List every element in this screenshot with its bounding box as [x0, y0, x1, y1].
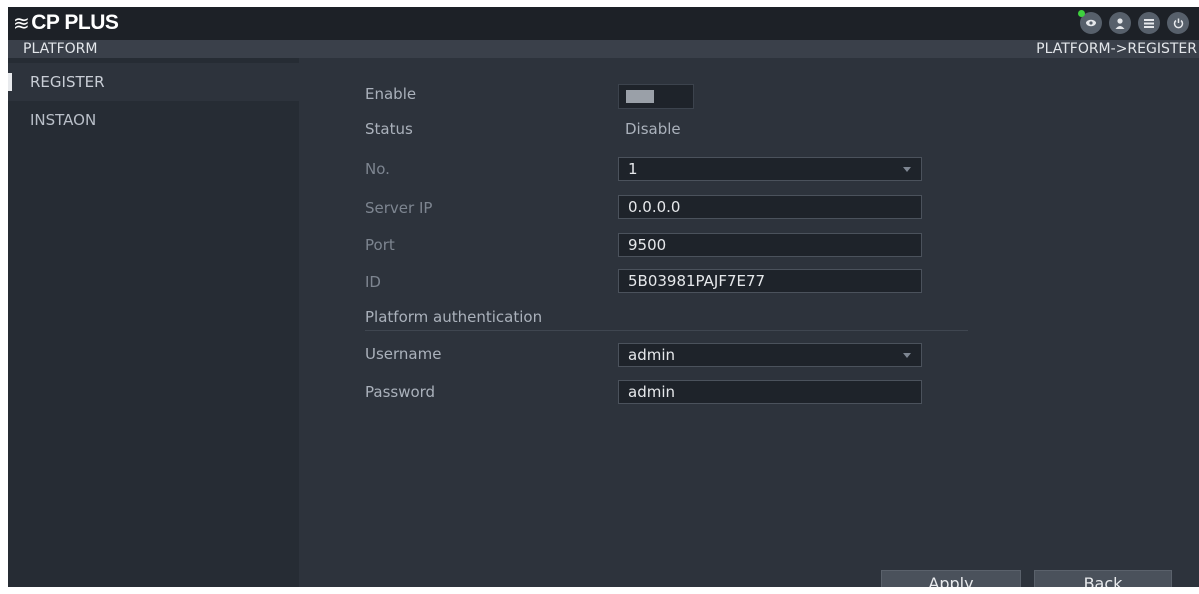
sidebar: REGISTER INSTAON	[8, 58, 299, 587]
status-label: Status	[365, 120, 413, 138]
menu-grid-icon[interactable]	[1138, 12, 1160, 34]
port-input[interactable]: 9500	[618, 233, 922, 257]
sidebar-item-label: INSTAON	[30, 111, 97, 129]
section-title: PLATFORM	[23, 41, 98, 57]
top-bar: ≋ CP PLUS	[8, 7, 1199, 40]
no-select-value: 1	[628, 160, 638, 178]
enable-toggle[interactable]	[618, 84, 694, 109]
platform-window: ≋ CP PLUS PLATFORM PLATFORM->REGISTER RE…	[8, 7, 1199, 587]
toggle-knob	[626, 90, 654, 103]
apply-button[interactable]: Apply	[881, 570, 1021, 587]
server-ip-label: Server IP	[365, 199, 433, 217]
sidebar-item-register[interactable]: REGISTER	[8, 63, 299, 101]
no-select[interactable]: 1	[618, 157, 922, 181]
back-button[interactable]: Back	[1034, 570, 1172, 587]
section-divider	[365, 330, 968, 331]
online-status-dot	[1078, 10, 1085, 17]
status-value: Disable	[625, 120, 681, 138]
port-label: Port	[365, 236, 395, 254]
enable-label: Enable	[365, 85, 417, 103]
breadcrumb-bar: PLATFORM PLATFORM->REGISTER	[8, 40, 1199, 58]
platform-authentication-heading: Platform authentication	[365, 308, 543, 326]
cp-plus-logo: ≋ CP PLUS	[13, 10, 119, 36]
id-input[interactable]: 5B03981PAJF7E77	[618, 269, 922, 293]
user-icon[interactable]	[1109, 12, 1131, 34]
top-icon-group	[1078, 10, 1189, 34]
server-ip-input[interactable]: 0.0.0.0	[618, 195, 922, 219]
network-icon[interactable]	[1078, 10, 1102, 34]
username-select-value: admin	[628, 346, 675, 364]
sidebar-item-label: REGISTER	[30, 73, 105, 91]
breadcrumb: PLATFORM->REGISTER	[1036, 41, 1197, 57]
username-select[interactable]: admin	[618, 343, 922, 367]
username-label: Username	[365, 345, 442, 363]
password-input[interactable]: admin	[618, 380, 922, 404]
no-label: No.	[365, 160, 390, 178]
power-icon[interactable]	[1167, 12, 1189, 34]
logo-text: CP PLUS	[31, 11, 119, 34]
chevron-down-icon	[903, 353, 911, 358]
password-label: Password	[365, 383, 436, 401]
logo-mark-icon: ≋	[13, 12, 30, 35]
chevron-down-icon	[903, 167, 911, 172]
sidebar-item-instaon[interactable]: INSTAON	[8, 101, 299, 139]
id-label: ID	[365, 273, 381, 291]
